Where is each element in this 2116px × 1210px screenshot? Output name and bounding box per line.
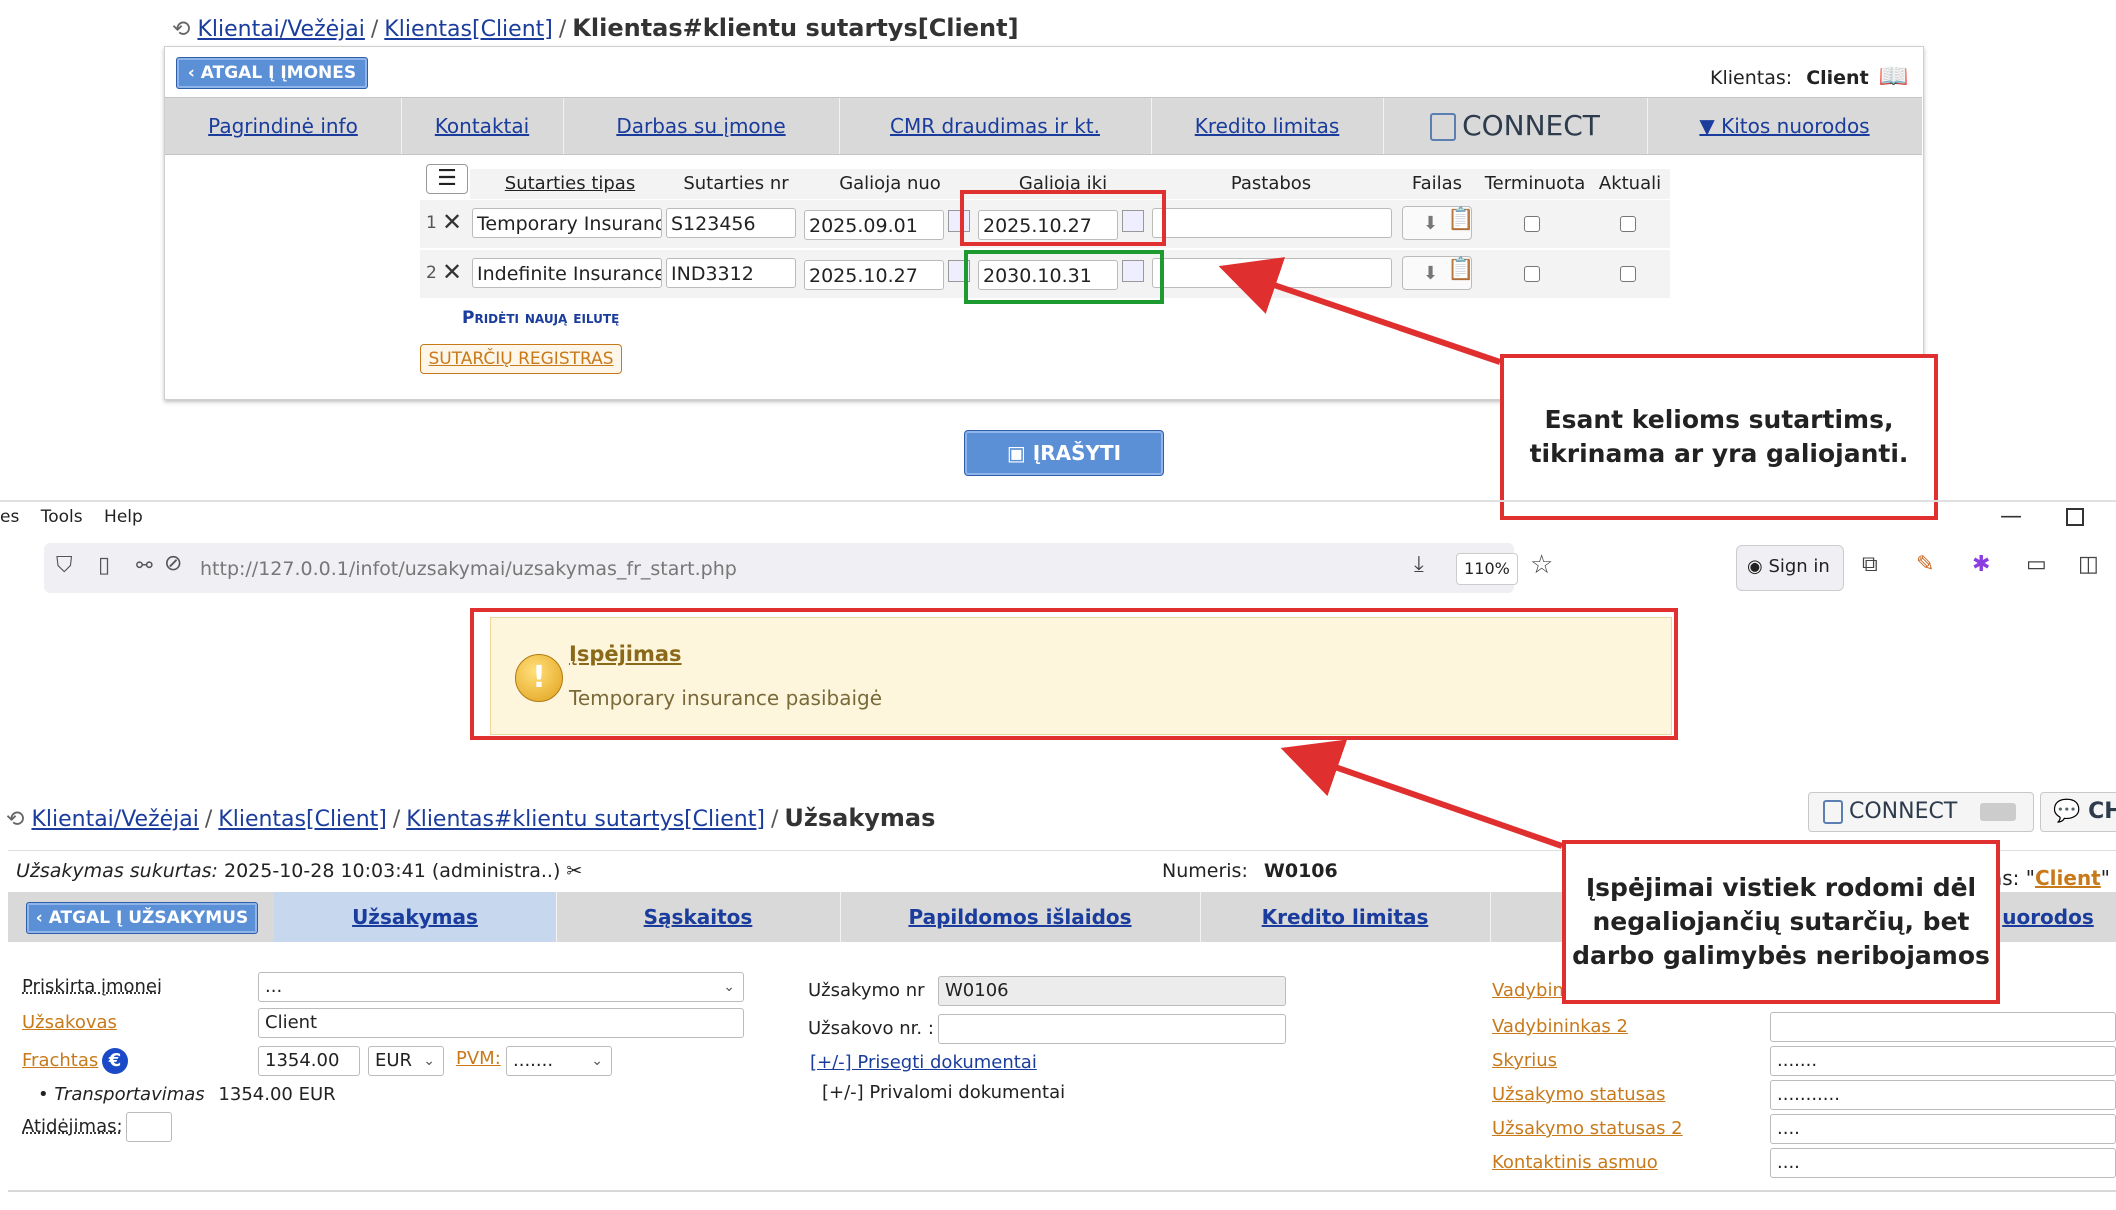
annotation-arrows xyxy=(1218,257,1563,849)
arrow-to-contracts xyxy=(1218,257,1501,365)
arrow-to-warning xyxy=(1280,739,1563,849)
